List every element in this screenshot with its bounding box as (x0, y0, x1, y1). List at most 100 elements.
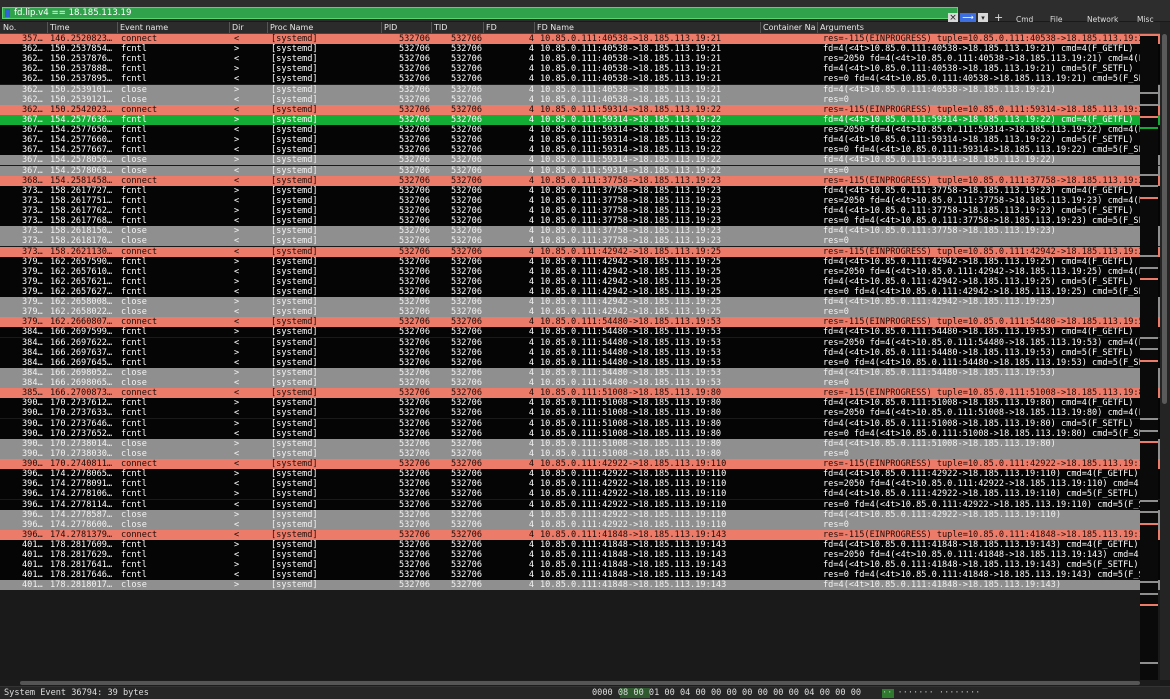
table-row[interactable]: 384… 166.2698052… close > [systemd] 532706 532… (0, 367, 1160, 378)
table-row[interactable]: 379… 162.2657621… fcntl > [systemd] 532706 532… (0, 276, 1160, 287)
col-event-name[interactable]: Event name (120, 23, 168, 32)
table-row[interactable]: 401… 178.2817646… fcntl < [systemd] 532706 532… (0, 570, 1160, 581)
table-row[interactable]: 390… 170.2737646… fcntl > [systemd] 532706 532… (0, 418, 1160, 429)
table-row[interactable]: 390… 170.2738030… close < [systemd] 532706 532… (0, 448, 1160, 459)
table-row[interactable]: 384… 166.2697645… fcntl < [systemd] 532706 532… (0, 357, 1160, 368)
table-row[interactable]: 367… 154.2577650… fcntl < [systemd] 532706 532… (0, 125, 1160, 136)
table-row[interactable]: 384… 166.2698065… close < [systemd] 532706 532… (0, 378, 1160, 389)
table-row[interactable]: 396… 174.2778065… fcntl > [systemd] 532706 532… (0, 469, 1160, 480)
table-row[interactable]: 396… 174.2778091… fcntl < [systemd] 532706 532… (0, 479, 1160, 490)
table-row[interactable]: 367… 154.2578063… close < [systemd] 532706 532… (0, 165, 1160, 176)
display-filter[interactable] (2, 7, 958, 19)
cell-pid: 532706 (398, 408, 430, 419)
table-row[interactable]: 373… 158.2617762… fcntl > [systemd] 532706 532… (0, 206, 1160, 217)
table-row[interactable]: 367… 154.2577667… fcntl < [systemd] 532706 532… (0, 145, 1160, 156)
cell-dir: < (234, 34, 240, 44)
table-row[interactable]: 357… 146.2520823… connect < [systemd] 532706 5… (0, 34, 1160, 44)
cell-no: 367… (22, 155, 43, 166)
table-row[interactable]: 362… 150.2537854… fcntl > [systemd] 532706 532… (0, 44, 1160, 55)
table-row[interactable]: 384… 166.2697622… fcntl < [systemd] 532706 532… (0, 337, 1160, 348)
table-row[interactable]: 373… 158.2617768… fcntl < [systemd] 532706 532… (0, 216, 1160, 227)
col-separator[interactable] (267, 22, 268, 33)
table-row[interactable]: 390… 170.2737652… fcntl < [systemd] 532706 532… (0, 428, 1160, 439)
col-separator[interactable] (47, 22, 48, 33)
table-row[interactable]: 379… 162.2658008… close > [systemd] 532706 532… (0, 297, 1160, 308)
horizontal-scrollbar-thumb[interactable] (20, 681, 1140, 685)
cell-event-name: close (121, 297, 147, 308)
col-separator[interactable] (117, 22, 118, 33)
table-row[interactable]: 390… 170.2737612… fcntl > [systemd] 532706 532… (0, 398, 1160, 409)
table-row[interactable]: 367… 154.2578050… close > [systemd] 532706 532… (0, 155, 1160, 166)
table-row[interactable]: 379… 162.2657610… fcntl < [systemd] 532706 532… (0, 266, 1160, 277)
col-separator[interactable] (483, 22, 484, 33)
cell-arguments: res=-115(EINPROGRESS) tuple=10.85.0.111:… (823, 459, 1155, 470)
table-row[interactable]: 368… 154.2581458… connect < [systemd] 532706 5… (0, 175, 1160, 186)
col-separator[interactable] (431, 22, 432, 33)
table-row[interactable]: 362… 150.2539101… close > [systemd] 532706 532… (0, 84, 1160, 95)
col-tid[interactable]: TID (434, 23, 447, 32)
event-table[interactable]: 357… 146.2520823… connect < [systemd] 532706 5… (0, 34, 1160, 680)
event-minimap[interactable] (1140, 34, 1158, 680)
cell-fd: 4 (528, 317, 534, 328)
cell-no: 384… (22, 337, 43, 348)
table-row[interactable]: 379… 162.2660807… connect < [systemd] 532706 5… (0, 317, 1160, 328)
table-row[interactable]: 367… 154.2577660… fcntl > [systemd] 532706 532… (0, 135, 1160, 146)
cell-fd: 4 (528, 246, 534, 257)
col-no[interactable]: No. (3, 23, 16, 32)
table-row[interactable]: 401… 178.2818017… close > [systemd] 532706 532… (0, 580, 1160, 591)
col-time[interactable]: Time (50, 23, 70, 32)
cell-proc-name: [systemd] (271, 195, 318, 206)
col-separator[interactable] (817, 22, 818, 33)
col-proc-name[interactable]: Proc Name (270, 23, 313, 32)
table-row[interactable]: 390… 170.2738014… close > [systemd] 532706 532… (0, 438, 1160, 449)
col-separator[interactable] (381, 22, 382, 33)
table-row[interactable]: 373… 158.2617727… fcntl > [systemd] 532706 532… (0, 185, 1160, 196)
table-row[interactable]: 396… 174.2781379… connect < [systemd] 532706 5… (0, 529, 1160, 540)
vertical-scrollbar-thumb[interactable] (1162, 34, 1167, 404)
col-pid[interactable]: PID (384, 23, 397, 32)
table-row[interactable]: 373… 158.2618150… close > [systemd] 532706 532… (0, 226, 1160, 237)
table-row[interactable]: 379… 162.2657627… fcntl < [systemd] 532706 532… (0, 287, 1160, 297)
table-row[interactable]: 362… 150.2542023… connect < [systemd] 532706 5… (0, 104, 1160, 115)
col-fd-name[interactable]: FD Name (537, 23, 574, 32)
display-filter-input[interactable] (14, 7, 944, 19)
table-row[interactable]: 390… 170.2740811… connect < [systemd] 532706 5… (0, 459, 1160, 470)
ascii-dump[interactable]: ·· ······· ········ (882, 688, 980, 698)
table-row[interactable]: 362… 150.2537876… fcntl < [systemd] 532706 532… (0, 54, 1160, 65)
table-row[interactable]: 362… 150.2537895… fcntl < [systemd] 532706 532… (0, 74, 1160, 85)
table-row[interactable]: 367… 154.2577636… fcntl > [systemd] 532706 532… (0, 114, 1160, 125)
col-arguments[interactable]: Arguments (820, 23, 864, 32)
col-fd[interactable]: FD (486, 23, 497, 32)
cell-event-name: close (121, 580, 147, 591)
col-separator[interactable] (229, 22, 230, 33)
cell-tid: 532706 (450, 499, 482, 510)
table-row[interactable]: 362… 150.2537888… fcntl > [systemd] 532706 532… (0, 64, 1160, 75)
table-row[interactable]: 384… 166.2697599… fcntl > [systemd] 532706 532… (0, 327, 1160, 338)
table-row[interactable]: 396… 174.2778106… fcntl > [systemd] 532706 532… (0, 489, 1160, 500)
col-separator[interactable] (760, 22, 761, 33)
table-row[interactable]: 373… 158.2617751… fcntl < [systemd] 532706 532… (0, 195, 1160, 206)
table-row[interactable]: 396… 174.2778114… fcntl < [systemd] 532706 532… (0, 499, 1160, 510)
table-row[interactable]: 401… 178.2817641… fcntl > [systemd] 532706 532… (0, 560, 1160, 571)
table-row[interactable]: 379… 162.2658022… close < [systemd] 532706 532… (0, 307, 1160, 318)
table-row[interactable]: 401… 178.2817629… fcntl < [systemd] 532706 532… (0, 550, 1160, 561)
cell-fd: 4 (528, 378, 534, 389)
table-row[interactable]: 373… 158.2618170… close < [systemd] 532706 532… (0, 236, 1160, 247)
table-row[interactable]: 379… 162.2657590… fcntl > [systemd] 532706 532… (0, 256, 1160, 267)
hex-dump[interactable]: 0000 08 00 01 00 04 00 00 00 00 00 00 00… (592, 688, 861, 698)
cell-no: 373… (22, 226, 43, 237)
table-row[interactable]: 385… 166.2700873… connect < [systemd] 532706 5… (0, 388, 1160, 399)
table-row[interactable]: 396… 174.2778600… close < [systemd] 532706 532… (0, 519, 1160, 530)
minimap-mark (1140, 418, 1158, 420)
col-dir[interactable]: Dir (232, 23, 244, 32)
bookmark-icon[interactable] (5, 9, 10, 17)
table-row[interactable]: 401… 178.2817609… fcntl > [systemd] 532706 532… (0, 540, 1160, 550)
cell-fd-name: 10.85.0.111:41848->18.185.113.19:143 (540, 570, 727, 581)
table-row[interactable]: 390… 170.2737633… fcntl < [systemd] 532706 532… (0, 408, 1160, 419)
table-row[interactable]: 373… 158.2621130… connect < [systemd] 532706 5… (0, 246, 1160, 257)
table-row[interactable]: 362… 150.2539121… close < [systemd] 532706 532… (0, 94, 1160, 105)
table-row[interactable]: 396… 174.2778587… close > [systemd] 532706 532… (0, 509, 1160, 520)
col-separator[interactable] (534, 22, 535, 33)
table-row[interactable]: 384… 166.2697637… fcntl > [systemd] 532706 532… (0, 347, 1160, 358)
col-container-name[interactable]: Container Na (763, 23, 816, 32)
